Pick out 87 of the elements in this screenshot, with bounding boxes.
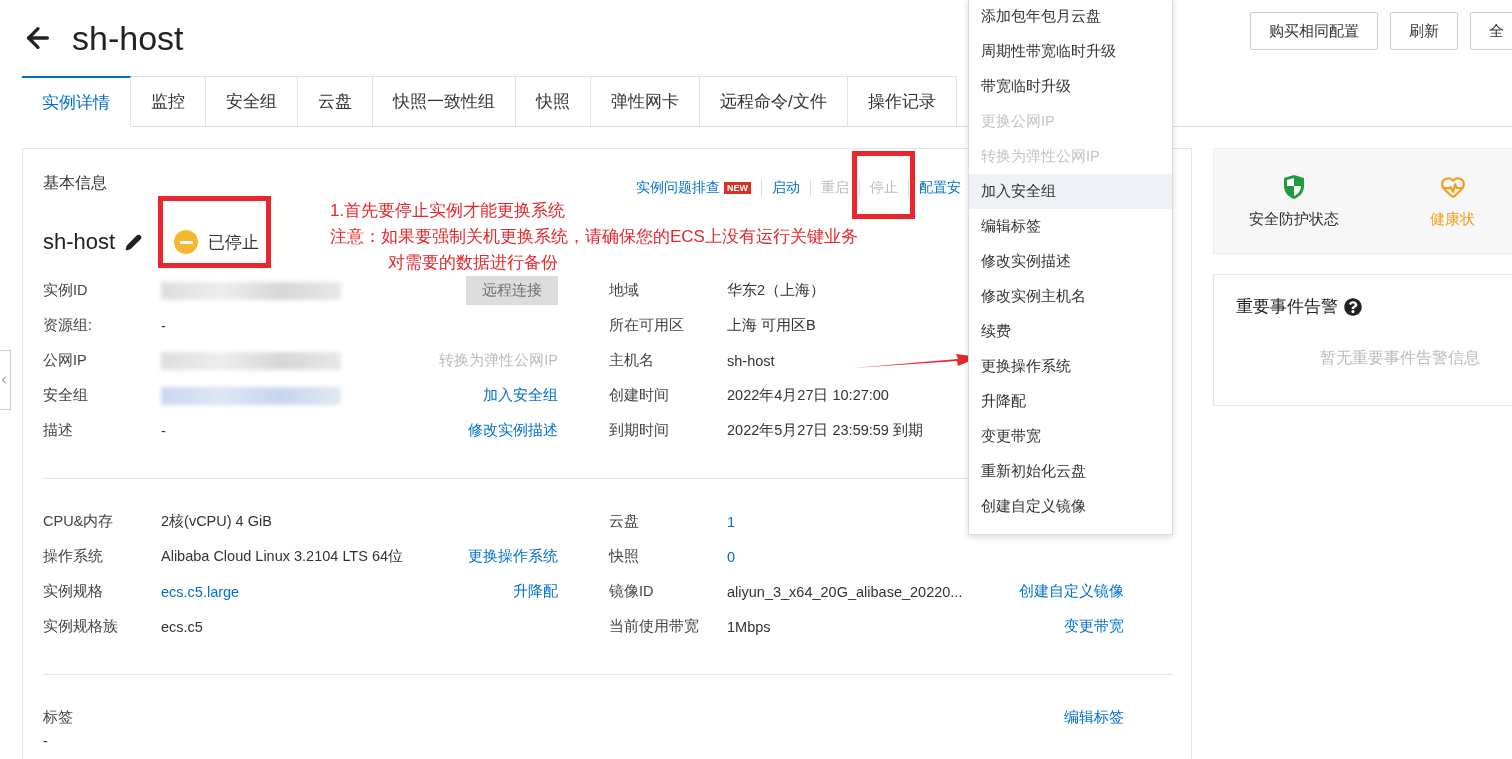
action-link[interactable]: 更换操作系统 <box>468 547 558 566</box>
menu-item[interactable]: 添加包年包月云盘 <box>969 0 1172 34</box>
field-value: Alibaba Cloud Linux 3.2104 LTS 64位 <box>161 548 404 564</box>
collapse-handle[interactable] <box>0 350 11 410</box>
help-icon[interactable] <box>1344 297 1362 316</box>
field-value: 2核(vCPU) 4 GiB <box>161 513 272 529</box>
action-link[interactable]: 启动 <box>761 179 810 197</box>
status-label: 安全防护状态 <box>1248 209 1339 229</box>
field-value: 1Mbps <box>727 618 771 635</box>
menu-item[interactable]: 加入安全组 <box>969 174 1172 209</box>
highlight-frame <box>852 151 915 219</box>
menu-item[interactable]: 修改实例主机名 <box>969 279 1172 314</box>
new-badge: NEW <box>724 182 751 194</box>
field-label: 资源组: <box>43 316 94 335</box>
menu-item[interactable]: 带宽临时升级 <box>969 69 1172 104</box>
tab[interactable]: 快照 <box>516 76 591 127</box>
tab[interactable]: 监控 <box>131 76 206 127</box>
action-link[interactable]: 实例问题排查 NEW <box>626 179 761 197</box>
field-label: 操作系统 <box>43 547 104 566</box>
field-label: 镜像ID <box>609 582 655 601</box>
action-link[interactable]: 加入安全组 <box>483 386 558 405</box>
field-label: 所在可用区 <box>609 316 685 335</box>
field-label: 标签 <box>43 708 73 727</box>
tab[interactable]: 安全组 <box>206 76 298 127</box>
menu-item[interactable]: 编辑标签 <box>969 209 1172 244</box>
annotation-text: 1.首先要停止实例才能更换系统 <box>330 200 567 222</box>
value-link[interactable]: 0 <box>727 548 736 565</box>
tab[interactable]: 远程命令/文件 <box>700 76 848 127</box>
field-label: 当前使用带宽 <box>609 617 700 636</box>
field-value: - <box>43 733 49 749</box>
field-value: - <box>161 422 166 439</box>
field-value: 上海 可用区B <box>727 317 816 333</box>
menu-item[interactable]: 更换操作系统 <box>969 349 1172 384</box>
menu-item[interactable]: 升降配 <box>969 384 1172 419</box>
field-value: ecs.c5 <box>161 618 203 635</box>
menu-item[interactable]: 周期性带宽临时升级 <box>969 34 1172 69</box>
field-value: 2022年5月27日 23:59:59 到期 <box>727 422 923 438</box>
field-label: 到期时间 <box>609 421 670 440</box>
page-title: sh-host <box>72 18 184 58</box>
action-link[interactable]: 编辑标签 <box>1064 708 1124 749</box>
field-label: 实例ID <box>43 281 89 300</box>
field-label: 描述 <box>43 421 74 440</box>
tab[interactable]: 云盘 <box>298 76 373 127</box>
menu-item[interactable]: 续费 <box>969 314 1172 349</box>
field-value: 2022年4月27日 10:27:00 <box>727 387 889 403</box>
field-label: 实例规格族 <box>43 617 119 636</box>
menu-item[interactable]: 创建自定义镜像 <box>969 489 1172 524</box>
tab[interactable]: 快照一致性组 <box>373 76 516 127</box>
field-value: sh-host <box>727 352 775 369</box>
field-label: 快照 <box>609 547 640 566</box>
action-link[interactable]: 修改实例描述 <box>468 421 558 440</box>
field-label: 主机名 <box>609 351 655 370</box>
status-label: 已停止 <box>208 231 260 254</box>
value-link[interactable]: 1 <box>727 513 736 530</box>
annotation-text: 对需要的数据进行备份 <box>387 252 559 274</box>
card-title: 重要事件告警 <box>1236 296 1338 318</box>
stopped-status-icon <box>174 230 199 254</box>
tab[interactable]: 弹性网卡 <box>591 76 700 127</box>
header-button[interactable]: 刷新 <box>1390 12 1458 50</box>
status-label: 健康状 <box>1430 209 1475 229</box>
menu-item[interactable]: 修改实例描述 <box>969 244 1172 279</box>
action-link[interactable]: 升降配 <box>513 582 558 601</box>
menu-item[interactable]: 重新初始化云盘 <box>969 454 1172 489</box>
header-button[interactable]: 购买相同配置 <box>1250 12 1378 50</box>
field-label: 公网IP <box>43 351 88 370</box>
instance-name: sh-host <box>43 229 116 255</box>
field-label: 创建时间 <box>609 386 670 405</box>
field-value: aliyun_3_x64_20G_alibase_20220... <box>727 583 963 600</box>
field-label: CPU&内存 <box>43 512 115 531</box>
action-link[interactable]: 创建自定义镜像 <box>1019 582 1124 601</box>
edit-icon[interactable] <box>125 233 143 251</box>
menu-item[interactable]: 变更带宽 <box>969 419 1172 454</box>
field-label: 云盘 <box>609 512 640 531</box>
tab[interactable]: 操作记录 <box>847 76 957 127</box>
section-title: 基本信息 <box>43 173 107 193</box>
field-label: 地域 <box>609 281 640 300</box>
field-label: 实例规格 <box>43 582 104 601</box>
annotation-text: 注意：如果要强制关机更换系统，请确保您的ECS上没有运行关键业务 <box>330 226 858 248</box>
header-button[interactable]: 全 <box>1470 12 1512 50</box>
value-link[interactable]: ecs.c5.large <box>161 583 240 600</box>
shield-icon <box>1282 173 1305 200</box>
field-value: 华东2（上海） <box>727 282 826 298</box>
field-value: - <box>161 317 166 334</box>
field-label: 安全组 <box>43 386 89 405</box>
empty-message: 暂无重要事件告警信息 <box>1320 348 1481 368</box>
tab[interactable]: 实例详情 <box>22 76 131 127</box>
action-link[interactable]: 变更带宽 <box>1064 617 1124 636</box>
